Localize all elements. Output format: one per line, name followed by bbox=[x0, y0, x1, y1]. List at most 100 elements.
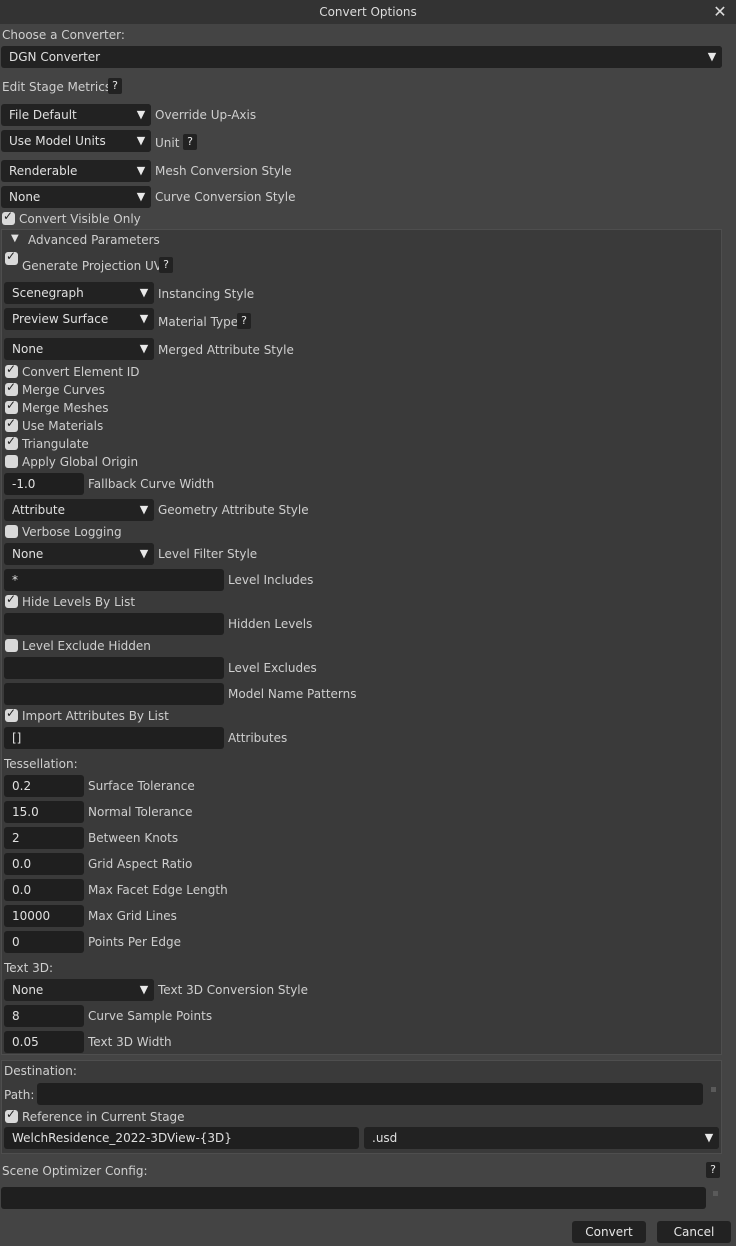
normal-tolerance-input[interactable]: 15.0 bbox=[4, 801, 84, 823]
convert-element-id-label: Convert Element ID bbox=[22, 365, 140, 379]
merge-curves-label: Merge Curves bbox=[22, 383, 105, 397]
merged-attr-dropdown[interactable]: None ▼ bbox=[4, 338, 154, 360]
chevron-down-icon: ▼ bbox=[131, 160, 151, 182]
tessellation-header: Tessellation: bbox=[4, 757, 78, 771]
apply-global-origin-label: Apply Global Origin bbox=[22, 455, 139, 469]
optimizer-label: Scene Optimizer Config: bbox=[2, 1164, 148, 1178]
converter-value: DGN Converter bbox=[9, 50, 101, 64]
unit-dropdown[interactable]: Use Model Units ▼ bbox=[1, 130, 151, 152]
text3d-header: Text 3D: bbox=[4, 961, 54, 975]
geometry-attr-dropdown[interactable]: Attribute ▼ bbox=[4, 499, 154, 521]
extension-dropdown[interactable]: .usd ▼ bbox=[364, 1127, 719, 1149]
mesh-style-dropdown[interactable]: Renderable ▼ bbox=[1, 160, 151, 182]
max-grid-lines-input[interactable]: 10000 bbox=[4, 905, 84, 927]
surface-tolerance-input[interactable]: 0.2 bbox=[4, 775, 84, 797]
help-icon[interactable]: ? bbox=[108, 78, 122, 94]
cancel-button[interactable]: Cancel bbox=[657, 1221, 731, 1243]
merged-attr-label: Merged Attribute Style bbox=[158, 343, 294, 357]
up-axis-value: File Default bbox=[9, 108, 77, 122]
checkbox-apply-global-origin[interactable] bbox=[5, 455, 18, 468]
use-materials-label: Use Materials bbox=[22, 419, 104, 433]
points-per-edge-input[interactable]: 0 bbox=[4, 931, 84, 953]
geometry-attr-label: Geometry Attribute Style bbox=[158, 503, 309, 517]
mesh-style-value: Renderable bbox=[9, 164, 78, 178]
material-dropdown[interactable]: Preview Surface ▼ bbox=[4, 308, 154, 330]
max-grid-lines-label: Max Grid Lines bbox=[88, 909, 177, 923]
checkbox-convert-element-id[interactable] bbox=[5, 362, 18, 378]
convert-visible-only-checkbox[interactable] bbox=[2, 209, 15, 225]
hide-levels-label: Hide Levels By List bbox=[22, 595, 136, 609]
chevron-down-icon: ▼ bbox=[134, 499, 154, 521]
between-knots-label: Between Knots bbox=[88, 831, 179, 845]
text3d-style-dropdown[interactable]: None ▼ bbox=[4, 979, 154, 1001]
curve-sample-points-input[interactable]: 8 bbox=[4, 1005, 84, 1027]
help-icon[interactable]: ? bbox=[159, 257, 173, 273]
level-includes-input[interactable]: * bbox=[4, 569, 224, 591]
between-knots-input[interactable]: 2 bbox=[4, 827, 84, 849]
convert-visible-only-label: Convert Visible Only bbox=[19, 212, 141, 226]
unit-value: Use Model Units bbox=[9, 134, 106, 148]
attributes-input[interactable]: [] bbox=[4, 727, 224, 749]
material-value: Preview Surface bbox=[12, 312, 109, 326]
level-excludes-label: Level Excludes bbox=[228, 661, 317, 675]
grid-aspect-ratio-input[interactable]: 0.0 bbox=[4, 853, 84, 875]
path-input[interactable] bbox=[37, 1083, 703, 1105]
merged-attr-value: None bbox=[12, 342, 44, 356]
instancing-dropdown[interactable]: Scenegraph ▼ bbox=[4, 282, 154, 304]
level-exclude-hidden-checkbox[interactable] bbox=[5, 639, 18, 652]
convert-button[interactable]: Convert bbox=[572, 1221, 646, 1243]
optimizer-browse-handle[interactable] bbox=[713, 1191, 718, 1196]
chevron-down-icon: ▼ bbox=[134, 338, 154, 360]
level-includes-label: Level Includes bbox=[228, 573, 314, 587]
chevron-down-icon: ▼ bbox=[131, 104, 151, 126]
chevron-down-icon: ▼ bbox=[134, 282, 154, 304]
text3d-width-label: Text 3D Width bbox=[88, 1035, 172, 1049]
help-icon[interactable]: ? bbox=[706, 1162, 720, 1178]
advanced-header[interactable]: Advanced Parameters bbox=[28, 232, 160, 248]
converter-dropdown[interactable]: DGN Converter ▼ bbox=[1, 46, 722, 68]
chevron-down-icon: ▼ bbox=[131, 186, 151, 208]
optimizer-input[interactable] bbox=[1, 1187, 706, 1209]
max-facet-edge-input[interactable]: 0.0 bbox=[4, 879, 84, 901]
checkbox-triangulate[interactable] bbox=[5, 434, 18, 450]
hidden-levels-label: Hidden Levels bbox=[228, 617, 313, 631]
curve-style-dropdown[interactable]: None ▼ bbox=[1, 186, 151, 208]
path-browse-handle[interactable] bbox=[711, 1087, 716, 1092]
level-excludes-input[interactable] bbox=[4, 657, 224, 679]
help-icon[interactable]: ? bbox=[237, 313, 251, 329]
import-attrs-checkbox[interactable] bbox=[5, 706, 18, 722]
fallback-curve-width-input[interactable]: -1.0 bbox=[4, 473, 84, 495]
expanded-triangle-icon[interactable]: ▼ bbox=[11, 233, 19, 244]
help-icon[interactable]: ? bbox=[183, 134, 197, 150]
model-name-patterns-label: Model Name Patterns bbox=[228, 687, 357, 701]
points-per-edge-label: Points Per Edge bbox=[88, 935, 181, 949]
level-exclude-hidden-label: Level Exclude Hidden bbox=[22, 639, 151, 653]
hidden-levels-input[interactable] bbox=[4, 613, 224, 635]
up-axis-label: Override Up-Axis bbox=[155, 108, 257, 122]
normal-tolerance-label: Normal Tolerance bbox=[88, 805, 193, 819]
level-filter-label: Level Filter Style bbox=[158, 547, 258, 561]
up-axis-dropdown[interactable]: File Default ▼ bbox=[1, 104, 151, 126]
chevron-down-icon: ▼ bbox=[702, 46, 722, 68]
reference-label: Reference in Current Stage bbox=[22, 1110, 185, 1124]
generate-uv-checkbox[interactable] bbox=[5, 249, 18, 265]
close-icon[interactable]: ✕ bbox=[710, 2, 730, 22]
hide-levels-checkbox[interactable] bbox=[5, 592, 18, 608]
checkbox-merge-meshes[interactable] bbox=[5, 398, 18, 414]
reference-checkbox[interactable] bbox=[5, 1107, 18, 1123]
geometry-attr-value: Attribute bbox=[12, 503, 65, 517]
chevron-down-icon: ▼ bbox=[134, 979, 154, 1001]
level-filter-dropdown[interactable]: None ▼ bbox=[4, 543, 154, 565]
grid-aspect-ratio-label: Grid Aspect Ratio bbox=[88, 857, 193, 871]
fallback-curve-width-label: Fallback Curve Width bbox=[88, 477, 215, 491]
checkbox-merge-curves[interactable] bbox=[5, 380, 18, 396]
text3d-width-input[interactable]: 0.05 bbox=[4, 1031, 84, 1053]
triangulate-label: Triangulate bbox=[22, 437, 89, 451]
curve-style-value: None bbox=[9, 190, 41, 204]
verbose-logging-checkbox[interactable] bbox=[5, 525, 18, 538]
filename-input[interactable]: WelchResidence_2022-3DView-{3D} bbox=[4, 1127, 359, 1149]
checkbox-use-materials[interactable] bbox=[5, 416, 18, 432]
model-name-patterns-input[interactable] bbox=[4, 683, 224, 705]
converter-label: Choose a Converter: bbox=[2, 28, 125, 42]
instancing-value: Scenegraph bbox=[12, 286, 84, 300]
